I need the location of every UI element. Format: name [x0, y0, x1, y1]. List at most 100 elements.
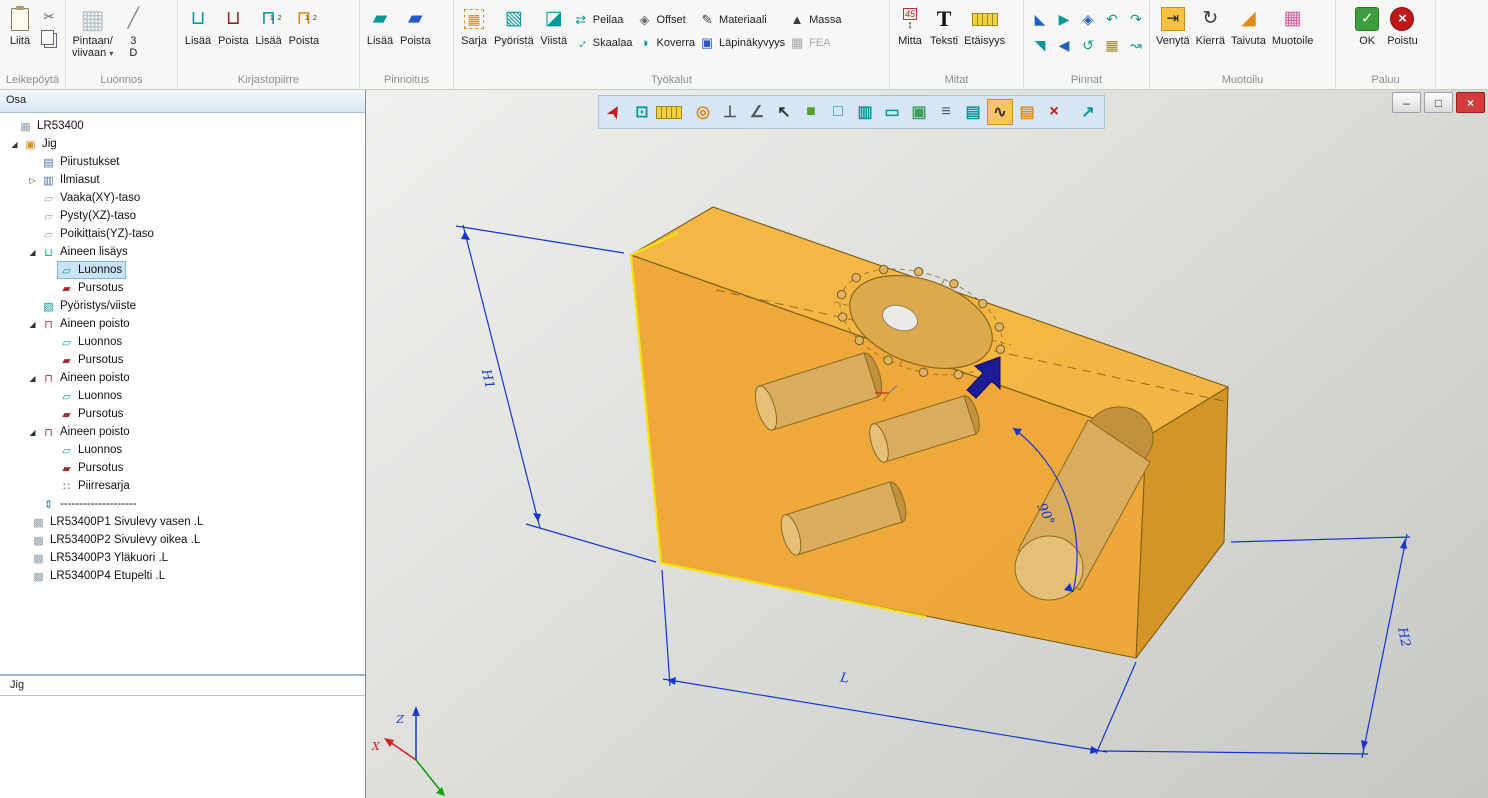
surface-tool-icon-2[interactable]: ▶ — [1053, 7, 1075, 31]
offset-button[interactable]: ◈Offset — [635, 8, 698, 31]
surface-tool-icon-6[interactable]: ◥ — [1029, 33, 1051, 57]
material-button[interactable]: ✎Materiaali — [697, 8, 787, 31]
tree-expanded-arrow[interactable]: ◢ — [26, 428, 39, 437]
bend-button[interactable]: ◢ Taivuta — [1228, 3, 1269, 49]
profile-curve-icon[interactable]: ∿ — [987, 99, 1013, 125]
snap-angle-icon[interactable]: ∠ — [744, 99, 770, 125]
exit-button[interactable]: × Poistu — [1384, 3, 1421, 49]
fea-button[interactable]: ▦FEA — [787, 31, 843, 54]
viewport-canvas[interactable]: H1 L H2 90° — [366, 90, 1488, 798]
tree-item[interactable]: ▷▥Ilmiasut — [0, 171, 365, 189]
drawer-icon[interactable]: ▤ — [1014, 99, 1040, 125]
export-view-icon[interactable]: ↗ — [1075, 99, 1101, 125]
surface-tool-icon-8[interactable]: ↺ — [1077, 33, 1099, 57]
scale-button[interactable]: ↔Skaalaa — [571, 31, 635, 54]
distance-button[interactable]: Etäisyys — [961, 3, 1008, 49]
rotate-button[interactable]: ↻ Kierrä — [1193, 3, 1228, 49]
dimension-h1[interactable]: H1 — [456, 225, 656, 562]
paste-button[interactable]: Liitä — [3, 3, 37, 49]
surface-tool-icon-3[interactable]: ◈ — [1077, 7, 1099, 31]
pin-icon[interactable]: ➤ — [602, 99, 628, 125]
surface-tool-icon-4[interactable]: ↶ — [1101, 7, 1123, 31]
shaded-view-icon[interactable]: ■ — [798, 99, 824, 125]
shaded-edges-view-icon[interactable]: ▣ — [906, 99, 932, 125]
tree-item[interactable]: ◢⊔Aineen lisäys — [0, 243, 365, 261]
tree-item[interactable]: ◢⊓Aineen poisto — [0, 315, 365, 333]
viewport[interactable]: ➤⊡◎⊥∠↖■□▥▭▣≡▤∿▤×↗ – □ × — [366, 90, 1488, 798]
tree-item[interactable]: ⇕-------------------- — [0, 495, 365, 513]
transparent-view-icon[interactable]: ▭ — [879, 99, 905, 125]
tree-expanded-arrow[interactable]: ◢ — [26, 374, 39, 383]
coating-remove-button[interactable]: ▰ Poista — [397, 3, 434, 49]
tree-item[interactable]: ▱Luonnos — [0, 261, 365, 279]
pattern-button[interactable]: ▦ Sarja — [457, 3, 491, 49]
tree-item[interactable]: ▱Pysty(XZ)-taso — [0, 207, 365, 225]
library-remove-button[interactable]: ⊔ Poista — [215, 3, 252, 49]
snap-center-icon[interactable]: ◎ — [690, 99, 716, 125]
library-remove-numbered-button[interactable]: ⊓1 2 Poista — [286, 3, 323, 49]
tree-item[interactable]: ◢⊓Aineen poisto — [0, 369, 365, 387]
ok-button[interactable]: ✓ OK — [1350, 3, 1384, 49]
tree-item[interactable]: ◢▣Jig — [0, 135, 365, 153]
tree-item[interactable]: ▱Poikittais(YZ)-taso — [0, 225, 365, 243]
tree-item[interactable]: ▩LR53400P3 Yläkuori .L — [0, 549, 365, 567]
tree-expanded-arrow[interactable]: ◢ — [26, 248, 39, 257]
tree-item[interactable]: ▤Piirustukset — [0, 153, 365, 171]
text-button[interactable]: T Teksti — [927, 3, 961, 49]
surface-tool-icon-5[interactable]: ↷ — [1125, 7, 1147, 31]
wireframe-view-icon[interactable]: □ — [825, 99, 851, 125]
annotation-list-icon[interactable]: ≡ — [933, 99, 959, 125]
transparency-button[interactable]: ▣Läpinäkyvyys — [697, 31, 787, 54]
fillet-button[interactable]: ▧ Pyöristä — [491, 3, 537, 49]
tree-item[interactable]: ▩LR53400P4 Etupelti .L — [0, 567, 365, 585]
tree-item[interactable]: ▰Pursotus — [0, 351, 365, 369]
maximize-button[interactable]: □ — [1424, 92, 1453, 113]
fit-selection-icon[interactable]: ⊡ — [629, 99, 655, 125]
tree-item[interactable]: ▱Luonnos — [0, 333, 365, 351]
tree-item[interactable]: ◢⊓Aineen poisto — [0, 423, 365, 441]
stretch-button[interactable]: ⇥ Venytä — [1153, 3, 1193, 49]
surface-tool-icon-10[interactable]: ↝ — [1125, 33, 1147, 57]
tree-expanded-arrow[interactable]: ◢ — [8, 140, 21, 149]
dimension-button[interactable]: 45↕ Mitta — [893, 3, 927, 49]
tree-item[interactable]: ▧Pyöristys/viiste — [0, 297, 365, 315]
copy-button[interactable] — [39, 30, 59, 48]
surface-tool-icon-1[interactable]: ◣ — [1029, 7, 1051, 31]
close-button[interactable]: × — [1456, 92, 1485, 113]
tree-item[interactable]: ∷Piirresarja — [0, 477, 365, 495]
tree-item[interactable]: ▦LR53400 — [0, 117, 365, 135]
cut-button[interactable]: ✂ — [39, 8, 59, 26]
part-3d-model[interactable] — [631, 207, 1228, 658]
tree-item[interactable]: ▱Luonnos — [0, 387, 365, 405]
tree-item[interactable]: ▩LR53400P2 Sivulevy oikea .L — [0, 531, 365, 549]
library-add-numbered-button[interactable]: ⊓1 2 Lisää — [252, 3, 286, 49]
tree-item[interactable]: ▱Vaaka(XY)-taso — [0, 189, 365, 207]
tree-collapsed-arrow[interactable]: ▷ — [26, 176, 39, 185]
minimize-button[interactable]: – — [1392, 92, 1421, 113]
pick-filter-icon[interactable]: ↖ — [771, 99, 797, 125]
surface-tool-icon-9[interactable]: ▦ — [1101, 33, 1123, 57]
tree-item[interactable]: ▰Pursotus — [0, 279, 365, 297]
mirror-button[interactable]: ⇄Peilaa — [571, 8, 635, 31]
hidden-lines-view-icon[interactable]: ▥ — [852, 99, 878, 125]
coating-add-button[interactable]: ▰ Lisää — [363, 3, 397, 49]
tree-item[interactable]: ▩LR53400P1 Sivulevy vasen .L — [0, 513, 365, 531]
bolt-hole — [996, 345, 1004, 353]
delete-icon[interactable]: × — [1041, 99, 1067, 125]
part-browser-panel: Osa ▦LR53400◢▣Jig▤Piirustukset▷▥Ilmiasut… — [0, 90, 366, 798]
sketch-3d-button[interactable]: ╱ 3D — [116, 3, 150, 61]
sketch-on-face-button[interactable]: ▦ Pintaan/ viivaan ▾ — [69, 3, 116, 62]
chamfer-button[interactable]: ◪ Viistä — [537, 3, 571, 49]
snap-perpendicular-icon[interactable]: ⊥ — [717, 99, 743, 125]
tree-item[interactable]: ▱Luonnos — [0, 441, 365, 459]
tree-expanded-arrow[interactable]: ◢ — [26, 320, 39, 329]
mass-button[interactable]: ▲Massa — [787, 8, 843, 31]
tree-item[interactable]: ▰Pursotus — [0, 459, 365, 477]
tree-item[interactable]: ▰Pursotus — [0, 405, 365, 423]
library-add-button[interactable]: ⊔ Lisää — [181, 3, 215, 49]
copy-image-icon[interactable]: ▤ — [960, 99, 986, 125]
measure-icon[interactable] — [656, 99, 682, 125]
reshape-button[interactable]: ▦ Muotoile — [1269, 3, 1317, 49]
surface-tool-icon-7[interactable]: ◀ — [1053, 33, 1075, 57]
hollow-button[interactable]: ◑Koverra — [635, 31, 698, 54]
